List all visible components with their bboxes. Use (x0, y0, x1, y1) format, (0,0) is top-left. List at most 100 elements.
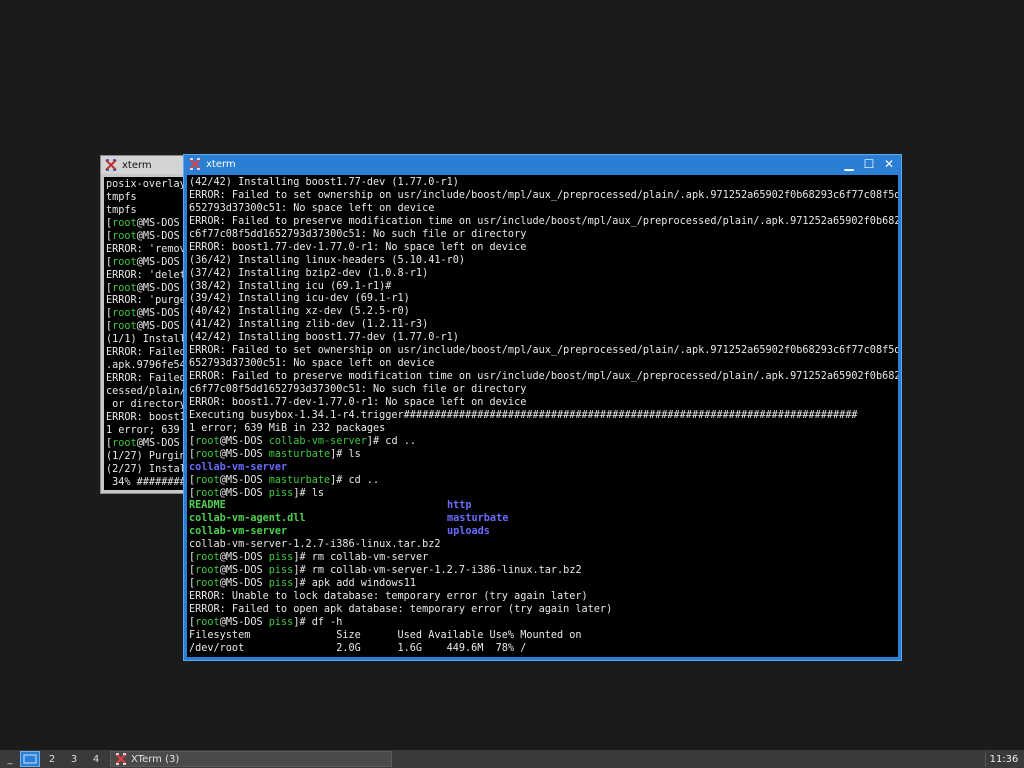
ls-entry: masturbate (447, 513, 509, 525)
terminal-text-segment: (42/42) Installing boost1.77-dev (1.77.0… (189, 332, 459, 344)
terminal-text-segment: ERROR: Failed to preserve modification t… (189, 371, 898, 383)
terminal-line: ERROR: Failed to preserve modification t… (189, 371, 898, 384)
maximize-icon: ☐ (863, 157, 875, 171)
terminal-text-segment: root (195, 435, 220, 447)
terminal-text-segment: c6f77c08f5dd1652793d37300c51: No such fi… (189, 384, 527, 395)
terminal-line: ERROR: Failed to set ownership on usr/in… (189, 190, 898, 203)
window-controls: ▁ ☐ ✕ (841, 156, 897, 172)
desktop: xterm posix-overlay tmpfs tmpfs [root@MS-DO… (0, 0, 1024, 750)
terminal-line: (40/42) Installing xz-dev (5.2.5-r0) (189, 306, 898, 319)
ls-entry: http (447, 500, 472, 512)
terminal-text-segment: ERROR: boost1.77-dev-1.77.0-r1: No space… (189, 396, 527, 408)
terminal-text-segment: root (195, 474, 220, 486)
terminal-text-segment: ]# cd .. (366, 435, 416, 447)
workspace-label: 2 (48, 753, 56, 765)
terminal-text-segment: (40/42) Installing xz-dev (5.2.5-r0) (189, 306, 410, 318)
terminal-output-active[interactable]: (42/42) Installing boost1.77-dev (1.77.0… (187, 175, 898, 657)
terminal-text-segment: root (112, 437, 137, 449)
terminal-line: [root@MS-DOS collab-vm-server]# cd .. (189, 436, 898, 449)
workspace-3-button[interactable]: 3 (64, 751, 84, 767)
terminal-text-segment: tmpfs (106, 204, 137, 216)
terminal-text-segment: Filesystem Size Used Available Use% Moun… (189, 629, 582, 641)
terminal-text-segment: @MS-DOS (219, 435, 269, 447)
clock-time: 11:36 (989, 753, 1019, 765)
terminal-line: collab-vm-server (189, 462, 898, 475)
terminal-text-segment: root (112, 217, 137, 229)
xterm-window-active[interactable]: xterm ▁ ☐ ✕ (42/42) Installing boost1.77… (183, 154, 902, 661)
ls-entry: collab-vm-server (189, 526, 288, 538)
taskbar-item-xterm[interactable]: XTerm (3) (110, 751, 392, 767)
terminal-text-segment: Executing busybox-1.34.1-r4.trigger#####… (189, 409, 858, 421)
terminal-text-segment: 1 error; 639 MiB in 232 packages (189, 422, 386, 434)
terminal-line: (42/42) Installing boost1.77-dev (1.77.0… (189, 177, 898, 190)
terminal-text-segment: 652793d37300c51: No space left on device (189, 358, 435, 370)
workspace-switcher: 2 3 4 (18, 751, 106, 767)
clock[interactable]: 11:36 (985, 751, 1022, 767)
terminal-text-segment: @MS-DOS (219, 448, 269, 460)
terminal-text-segment: 652793d37300c51: No space left on device (189, 202, 435, 214)
terminal-text-segment: ]# ls (293, 487, 324, 499)
terminal-text-segment: masturbate (268, 474, 331, 486)
terminal-text-segment: ]# cd .. (330, 474, 380, 486)
terminal-text-segment: ERROR: 'remov (106, 243, 186, 255)
terminal-text-segment: @MS-DOS (219, 616, 269, 628)
ls-row: collab-vm-agent.dll masturbate (187, 513, 898, 526)
ls-entry: collab-vm-agent.dll (189, 513, 306, 525)
terminal-text-segment: masturbate (268, 448, 331, 460)
workspace-label: 3 (70, 753, 78, 765)
xterm-icon (105, 159, 117, 171)
terminal-text-segment: ERROR: Failed to preserve modification t… (189, 215, 898, 227)
maximize-button[interactable]: ☐ (861, 156, 877, 172)
terminal-lines-bottom: [root@MS-DOS piss]# rm collab-vm-server[… (187, 552, 898, 656)
terminal-text-segment: root (112, 230, 137, 242)
terminal-text-segment: @MS-DOS (136, 308, 186, 320)
terminal-text-segment: ERROR: Failed (106, 373, 186, 385)
terminal-text-segment: root (195, 565, 220, 577)
minimize-icon: ▁ (844, 157, 854, 171)
terminal-line: Executing busybox-1.34.1-r4.trigger#####… (189, 410, 898, 423)
taskbar: _ 2 3 4 XTerm (3) 11:36 (0, 750, 1024, 768)
terminal-text-segment: piss (268, 565, 294, 577)
workspace-2-button[interactable]: 2 (42, 751, 62, 767)
terminal-line: /dev/root 2.0G 1.6G 449.6M 78% / (189, 643, 898, 656)
terminal-text-segment: (36/42) Installing linux-headers (5.10.4… (189, 254, 466, 266)
terminal-text-segment: ERROR: Failed to set ownership on usr/in… (189, 189, 898, 201)
ls-entry: README (189, 500, 226, 512)
taskbar-item-label: XTerm (3) (131, 753, 180, 765)
terminal-line: (41/42) Installing zlib-dev (1.2.11-r3) (189, 319, 898, 332)
terminal-line: [root@MS-DOS piss]# rm collab-vm-server-… (189, 565, 898, 578)
terminal-text-segment: @MS-DOS (136, 217, 186, 229)
terminal-text-segment: root (112, 256, 137, 268)
terminal-text-segment: ]# df -h (293, 616, 343, 628)
terminal-text-segment: ERROR: Failed to open apk database: temp… (189, 603, 613, 615)
workspace-4-button[interactable]: 4 (86, 751, 106, 767)
minimize-button[interactable]: ▁ (841, 156, 857, 172)
terminal-text-segment: (39/42) Installing icu-dev (69.1-r1) (189, 293, 410, 305)
terminal-text-segment: ERROR: Failed (106, 347, 186, 359)
terminal-text-segment: c6f77c08f5dd1652793d37300c51: No such fi… (189, 228, 527, 240)
terminal-line: Filesystem Size Used Available Use% Moun… (189, 630, 898, 643)
ls-row: README http (187, 500, 898, 513)
terminal-text-segment: ERROR: 'delet (106, 269, 186, 281)
terminal-line: (42/42) Installing boost1.77-dev (1.77.0… (189, 332, 898, 345)
terminal-text-segment: (37/42) Installing bzip2-dev (1.0.8-r1) (189, 267, 429, 279)
terminal-text-segment: @MS-DOS (219, 487, 269, 499)
ls-entry: collab-vm-server-1.2.7-i386-linux.tar.bz… (189, 539, 441, 551)
terminal-text-segment: root (112, 321, 137, 333)
xterm-icon (115, 753, 127, 765)
terminal-line: ERROR: boost1.77-dev-1.77.0-r1: No space… (189, 397, 898, 410)
close-button[interactable]: ✕ (881, 156, 897, 172)
terminal-line: (37/42) Installing bzip2-dev (1.0.8-r1) (189, 268, 898, 281)
terminal-line: c6f77c08f5dd1652793d37300c51: No such fi… (189, 229, 898, 242)
show-desktop-button[interactable]: _ (2, 751, 18, 767)
terminal-text-segment: ]# rm collab-vm-server-1.2.7-i386-linux.… (293, 565, 582, 577)
terminal-text-segment: @MS-DOS (219, 565, 269, 577)
terminal-text-segment: root (112, 282, 137, 294)
xterm-titlebar-active[interactable]: xterm ▁ ☐ ✕ (184, 155, 901, 173)
terminal-line: c6f77c08f5dd1652793d37300c51: No such fi… (189, 384, 898, 397)
workspace-1-button[interactable] (20, 751, 40, 767)
close-icon: ✕ (883, 157, 895, 171)
terminal-text-segment: root (195, 578, 220, 590)
terminal-line: (36/42) Installing linux-headers (5.10.4… (189, 255, 898, 268)
ls-output: README http collab-vm-agent.dll masturbate c… (187, 500, 898, 552)
